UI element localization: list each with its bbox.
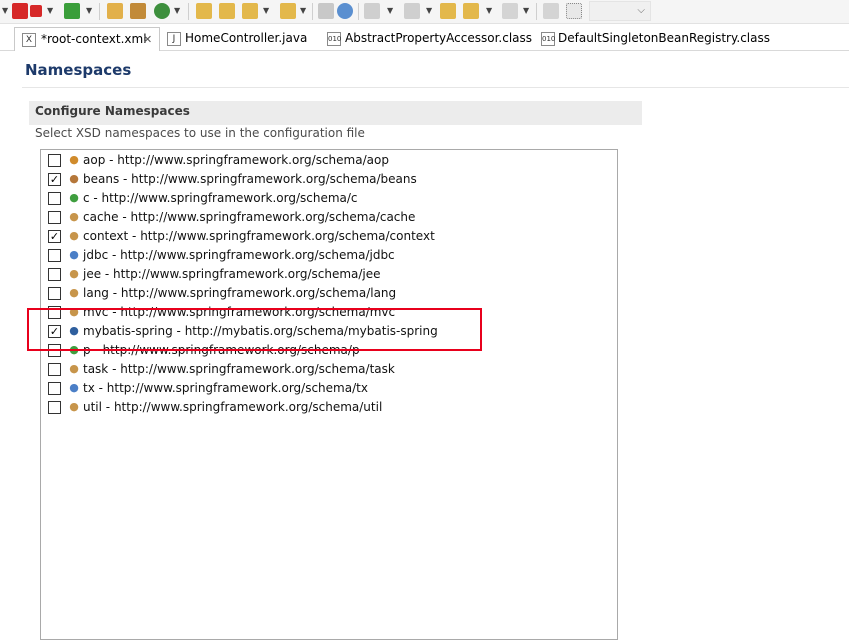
- dropdown-arrow-icon[interactable]: ▼: [47, 6, 53, 16]
- namespace-checkbox[interactable]: [48, 401, 61, 414]
- editor-tabs: X *root-context.xml ✕ J HomeController.j…: [0, 27, 849, 51]
- namespace-label: c - http://www.springframework.org/schem…: [83, 191, 358, 205]
- back-icon[interactable]: [463, 3, 479, 19]
- tab-label: HomeController.java: [185, 31, 308, 45]
- namespace-label: tx - http://www.springframework.org/sche…: [83, 381, 368, 395]
- page-title: Namespaces: [25, 61, 132, 79]
- namespace-icon: ●: [69, 229, 79, 242]
- namespace-checkbox[interactable]: [48, 192, 61, 205]
- namespace-label: aop - http://www.springframework.org/sch…: [83, 153, 389, 167]
- forward-icon[interactable]: [502, 3, 518, 19]
- chevron-down-icon: ⌵: [637, 5, 645, 16]
- namespace-row[interactable]: ✓ ● beans - http://www.springframework.org…: [47, 170, 607, 189]
- tab-defaultsingletonbeanregistry[interactable]: 010 DefaultSingletonBeanRegistry.class: [536, 27, 796, 51]
- grid-icon[interactable]: [566, 3, 582, 19]
- tab-root-context[interactable]: X *root-context.xml ✕: [14, 27, 160, 51]
- namespace-icon: ●: [69, 191, 79, 204]
- dropdown-arrow-icon[interactable]: ▼: [426, 6, 432, 16]
- namespace-label: context - http://www.springframework.org…: [83, 229, 435, 243]
- namespace-label: jee - http://www.springframework.org/sch…: [83, 267, 381, 281]
- namespace-checkbox[interactable]: [48, 154, 61, 167]
- dropdown-arrow-icon[interactable]: ▼: [174, 6, 180, 16]
- tab-label: DefaultSingletonBeanRegistry.class: [558, 31, 770, 45]
- namespace-checkbox[interactable]: [48, 382, 61, 395]
- namespace-checkbox[interactable]: ✓: [48, 173, 61, 186]
- tab-label: AbstractPropertyAccessor.class: [345, 31, 533, 45]
- namespace-row[interactable]: ● task - http://www.springframework.org/s…: [47, 360, 607, 379]
- namespace-row[interactable]: ● c - http://www.springframework.org/sche…: [47, 189, 607, 208]
- namespace-row[interactable]: ● lang - http://www.springframework.org/s…: [47, 284, 607, 303]
- namespace-checkbox[interactable]: [48, 363, 61, 376]
- namespace-row[interactable]: ✓ ● context - http://www.springframework.o…: [47, 227, 607, 246]
- open-folder-icon[interactable]: [219, 3, 235, 19]
- namespace-icon: ●: [69, 267, 79, 280]
- dropdown-arrow-icon[interactable]: ▼: [523, 6, 529, 16]
- dropdown-arrow-icon[interactable]: ▼: [300, 6, 306, 16]
- tab-abstractpropertyaccessor[interactable]: 010 AbstractPropertyAccessor.class: [322, 27, 533, 51]
- globe-icon[interactable]: [337, 3, 353, 19]
- namespace-checkbox[interactable]: [48, 268, 61, 281]
- pen-icon[interactable]: [543, 3, 559, 19]
- pin-icon[interactable]: [404, 3, 420, 19]
- namespace-label: beans - http://www.springframework.org/s…: [83, 172, 417, 186]
- namespace-checkbox[interactable]: [48, 287, 61, 300]
- namespace-checkbox[interactable]: ✓: [48, 230, 61, 243]
- main-toolbar: ▼ ▼ ▼ ▼ ▼ ▼ ▼ ▼ ▼ ▼ ⌵: [0, 0, 849, 24]
- edit-icon[interactable]: [242, 3, 258, 19]
- namespace-label: util - http://www.springframework.org/sc…: [83, 400, 383, 414]
- dropdown-arrow-icon[interactable]: ▼: [263, 6, 269, 16]
- open-folder-icon[interactable]: [196, 3, 212, 19]
- download-icon[interactable]: [364, 3, 380, 19]
- namespace-row[interactable]: ● util - http://www.springframework.org/s…: [47, 398, 607, 417]
- namespaces-list[interactable]: ● aop - http://www.springframework.org/sc…: [40, 149, 618, 640]
- divider: [22, 87, 849, 88]
- link-icon[interactable]: [318, 3, 334, 19]
- section-title: Configure Namespaces: [35, 104, 190, 118]
- class-file-icon: 010: [541, 32, 555, 46]
- stop-icon[interactable]: [30, 5, 42, 17]
- namespace-label: task - http://www.springframework.org/sc…: [83, 362, 395, 376]
- last-edit-icon[interactable]: [440, 3, 456, 19]
- namespace-row[interactable]: ● jee - http://www.springframework.org/sc…: [47, 265, 607, 284]
- open-type-icon[interactable]: [107, 3, 123, 19]
- section-header[interactable]: Configure Namespaces: [29, 101, 642, 125]
- namespace-label: lang - http://www.springframework.org/sc…: [83, 286, 397, 300]
- run-icon[interactable]: [64, 3, 80, 19]
- refresh-icon[interactable]: [154, 3, 170, 19]
- namespace-icon: ●: [69, 172, 79, 185]
- namespace-icon: ●: [69, 400, 79, 413]
- namespace-icon: ●: [69, 286, 79, 299]
- dropdown-arrow-icon[interactable]: ▼: [86, 6, 92, 16]
- namespace-checkbox[interactable]: [48, 249, 61, 262]
- toolbar-combo[interactable]: ⌵: [589, 1, 651, 21]
- close-icon[interactable]: ✕: [143, 28, 152, 51]
- section-description: Select XSD namespaces to use in the conf…: [35, 126, 365, 140]
- namespace-row[interactable]: ● cache - http://www.springframework.org/…: [47, 208, 607, 227]
- debug-icon[interactable]: [12, 3, 28, 19]
- namespace-icon: ●: [69, 248, 79, 261]
- namespace-row[interactable]: ● tx - http://www.springframework.org/sch…: [47, 379, 607, 398]
- namespace-label: cache - http://www.springframework.org/s…: [83, 210, 416, 224]
- java-file-icon: J: [167, 32, 181, 46]
- tool-icon[interactable]: [280, 3, 296, 19]
- dropdown-arrow-icon[interactable]: ▼: [2, 6, 8, 16]
- namespace-label: jdbc - http://www.springframework.org/sc…: [83, 248, 395, 262]
- dropdown-arrow-icon[interactable]: ▼: [387, 6, 393, 16]
- tab-label: *root-context.xml: [41, 32, 147, 46]
- build-icon[interactable]: [130, 3, 146, 19]
- namespace-row[interactable]: ● jdbc - http://www.springframework.org/s…: [47, 246, 607, 265]
- namespace-icon: ●: [69, 362, 79, 375]
- annotation-highlight-box: [27, 308, 482, 351]
- tab-homecontroller[interactable]: J HomeController.java: [163, 27, 319, 51]
- namespace-icon: ●: [69, 381, 79, 394]
- namespace-icon: ●: [69, 153, 79, 166]
- namespace-row[interactable]: ● aop - http://www.springframework.org/sc…: [47, 151, 607, 170]
- class-file-icon: 010: [327, 32, 341, 46]
- dropdown-arrow-icon[interactable]: ▼: [486, 6, 492, 16]
- namespace-icon: ●: [69, 210, 79, 223]
- xml-editor-icon: X: [22, 33, 36, 47]
- namespace-checkbox[interactable]: [48, 211, 61, 224]
